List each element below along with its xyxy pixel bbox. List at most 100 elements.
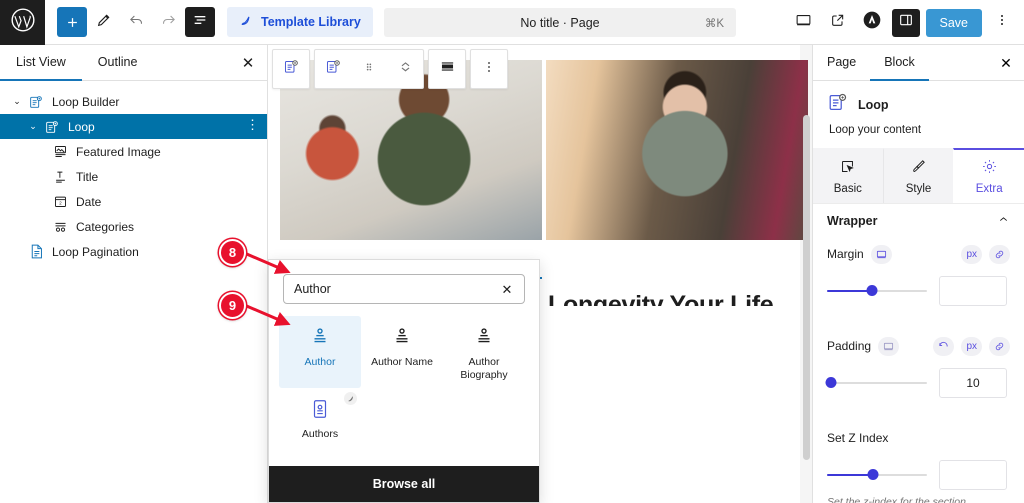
tab-list-view[interactable]: List View bbox=[0, 45, 82, 81]
tree-item-date[interactable]: 2 Date bbox=[0, 189, 267, 214]
more-options-button[interactable] bbox=[471, 50, 507, 88]
desktop-icon[interactable] bbox=[870, 244, 892, 264]
link-icon[interactable] bbox=[989, 336, 1010, 356]
padding-unit-px[interactable]: px bbox=[961, 336, 982, 356]
padding-reset-icon[interactable] bbox=[933, 336, 955, 356]
loop-builder-icon bbox=[26, 93, 46, 111]
chevron-up-icon[interactable] bbox=[997, 213, 1010, 229]
block-inserter-popup: ✕ Author Author Name bbox=[268, 259, 540, 503]
editor-options-button[interactable] bbox=[988, 9, 1016, 37]
padding-value-input[interactable]: 10 bbox=[939, 368, 1007, 398]
block-switcher-button[interactable] bbox=[315, 50, 351, 88]
external-link-icon bbox=[830, 12, 846, 33]
block-floating-toolbar bbox=[272, 49, 508, 89]
authors-block-icon bbox=[309, 396, 331, 422]
tab-page[interactable]: Page bbox=[813, 45, 870, 81]
post-featured-image-right[interactable] bbox=[546, 60, 808, 240]
chevron-down-icon[interactable]: ⌄ bbox=[8, 96, 26, 107]
undo-button[interactable] bbox=[121, 7, 151, 37]
tree-item-loop-builder[interactable]: ⌄ Loop Builder bbox=[0, 89, 267, 114]
wordpress-logo-button[interactable] bbox=[0, 0, 45, 45]
control-label: Set Z Index bbox=[827, 431, 889, 445]
tree-item-loop-pagination[interactable]: Loop Pagination bbox=[0, 239, 267, 264]
tab-outline[interactable]: Outline bbox=[82, 45, 154, 81]
tab-basic[interactable]: Basic bbox=[813, 148, 883, 203]
paintbrush-icon bbox=[910, 158, 927, 178]
wrapper-section-header[interactable]: Wrapper bbox=[813, 204, 1024, 238]
redo-button[interactable] bbox=[153, 7, 183, 37]
edit-tool-button[interactable] bbox=[89, 7, 119, 37]
template-library-button[interactable]: Template Library bbox=[227, 7, 373, 37]
template-library-icon bbox=[239, 14, 253, 31]
clear-search-icon[interactable]: ✕ bbox=[498, 281, 516, 299]
margin-control: Margin px bbox=[813, 238, 1024, 306]
desktop-icon[interactable] bbox=[878, 336, 900, 356]
close-settings-icon[interactable]: ✕ bbox=[996, 53, 1016, 73]
block-type-group bbox=[272, 49, 310, 89]
tab-block[interactable]: Block bbox=[870, 45, 929, 81]
editor-top-bar: Template Library No title · Page ⌘K Save bbox=[0, 0, 1024, 45]
padding-slider[interactable] bbox=[825, 376, 927, 390]
align-button[interactable] bbox=[429, 50, 465, 88]
preview-external-button[interactable] bbox=[824, 9, 852, 37]
tree-item-options-icon[interactable]: ⋮ bbox=[246, 118, 259, 131]
post-title-left: Longevity Your Life bbox=[548, 291, 774, 306]
inserter-search-box[interactable]: ✕ bbox=[283, 274, 525, 304]
astra-brand-button[interactable] bbox=[858, 9, 886, 37]
margin-slider[interactable] bbox=[827, 284, 927, 298]
loop-icon bbox=[42, 118, 62, 136]
link-icon[interactable] bbox=[989, 244, 1010, 264]
selected-block-header: Loop Loop your content bbox=[813, 81, 1024, 148]
tree-item-label: Title bbox=[76, 169, 99, 184]
z-index-slider[interactable] bbox=[827, 468, 927, 482]
categories-icon bbox=[50, 218, 70, 236]
tree-item-title[interactable]: Title bbox=[0, 164, 267, 189]
document-overview-button[interactable] bbox=[185, 7, 215, 37]
tree-item-label: Categories bbox=[76, 219, 135, 234]
mode-label: Style bbox=[905, 183, 932, 195]
tree-item-label: Loop Pagination bbox=[52, 244, 139, 259]
view-device-button[interactable] bbox=[790, 9, 818, 37]
chevron-down-icon[interactable]: ⌄ bbox=[24, 121, 42, 132]
settings-sidebar-toggle[interactable] bbox=[891, 8, 920, 37]
add-block-button[interactable] bbox=[57, 7, 87, 37]
inserter-item-label: Author Biography bbox=[460, 356, 508, 382]
top-bar-left-tools: Template Library bbox=[45, 7, 373, 37]
move-up-down-button[interactable] bbox=[387, 50, 423, 88]
inserter-item-label: Authors bbox=[301, 428, 339, 441]
save-button[interactable]: Save bbox=[925, 8, 982, 37]
margin-value-input[interactable] bbox=[939, 276, 1007, 306]
tab-extra[interactable]: Extra bbox=[953, 148, 1024, 203]
tree-item-loop[interactable]: ⌄ Loop ⋮ bbox=[0, 114, 267, 139]
loop-block-icon bbox=[325, 58, 342, 80]
inserter-search-input[interactable] bbox=[284, 275, 524, 303]
block-type-button[interactable] bbox=[273, 50, 309, 88]
inserter-item-authors[interactable]: Authors bbox=[279, 388, 361, 447]
canvas-scrollbar[interactable] bbox=[803, 115, 810, 460]
inserter-item-author-name[interactable]: Author Name bbox=[361, 316, 443, 388]
control-label: Margin bbox=[827, 247, 864, 261]
loop-pagination-icon bbox=[26, 243, 46, 261]
tab-style[interactable]: Style bbox=[882, 148, 954, 203]
browse-all-button[interactable]: Browse all bbox=[269, 466, 539, 502]
document-title-bar[interactable]: No title · Page ⌘K bbox=[384, 8, 736, 37]
premium-badge-icon bbox=[344, 392, 357, 406]
author-block-icon bbox=[309, 324, 331, 350]
svg-text:2: 2 bbox=[59, 201, 62, 206]
inserter-item-author-biography[interactable]: Author Biography bbox=[443, 316, 525, 388]
close-list-view-icon[interactable]: ✕ bbox=[237, 52, 259, 74]
author-biography-block-icon bbox=[473, 324, 495, 350]
author-name-block-icon bbox=[391, 324, 413, 350]
featured-image-icon bbox=[50, 143, 70, 161]
margin-unit-px[interactable]: px bbox=[961, 244, 982, 264]
inserter-search-area: ✕ bbox=[269, 260, 539, 312]
tree-item-featured-image[interactable]: Featured Image bbox=[0, 139, 267, 164]
cursor-box-icon bbox=[839, 158, 856, 178]
tree-item-categories[interactable]: Categories bbox=[0, 214, 267, 239]
inserter-item-author[interactable]: Author bbox=[279, 316, 361, 389]
settings-mode-tabs: Basic Style Extra bbox=[813, 148, 1024, 204]
settings-tabs: Page Block ✕ bbox=[813, 45, 1024, 81]
tree-item-label: Loop bbox=[68, 119, 95, 134]
drag-handle[interactable] bbox=[351, 50, 387, 88]
z-index-value-input[interactable] bbox=[939, 460, 1007, 490]
